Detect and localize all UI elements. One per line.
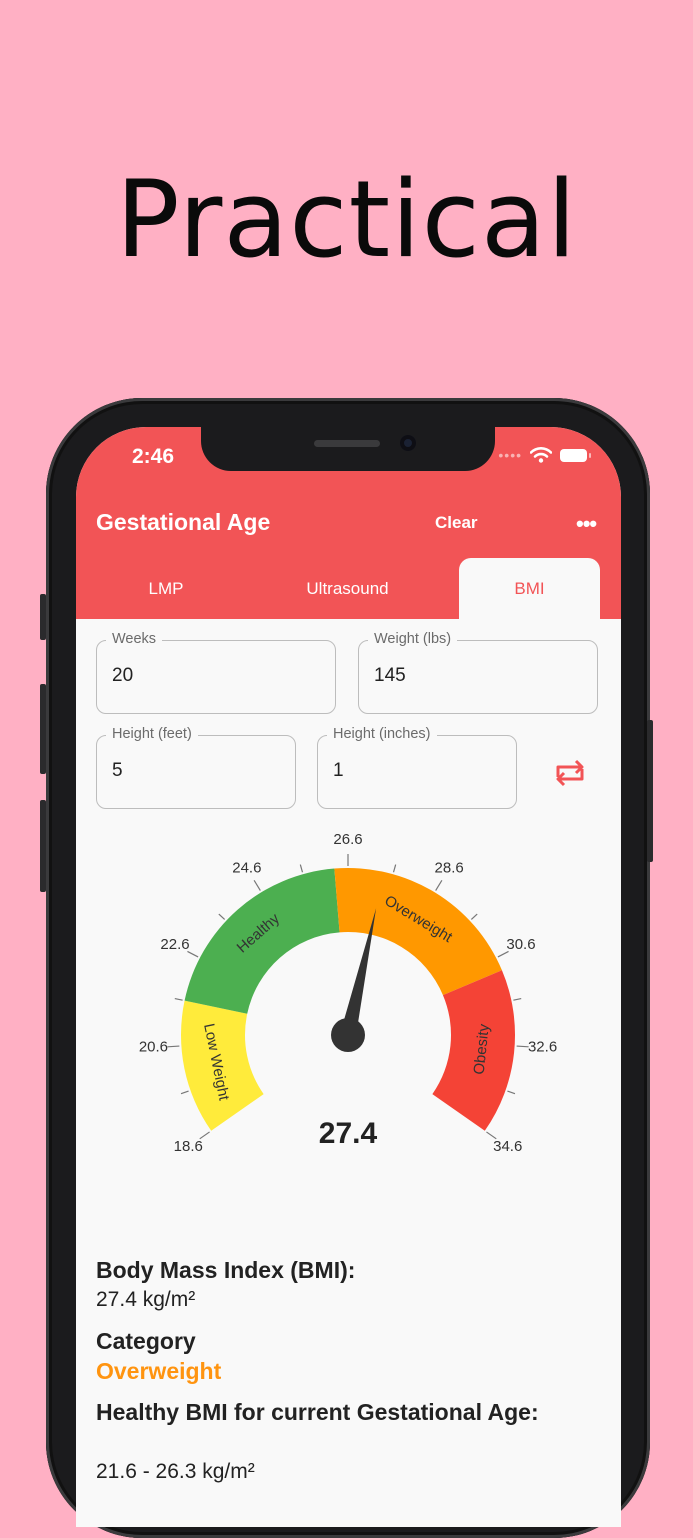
- gauge-minor-tick: [513, 997, 522, 1001]
- gauge-major-tick: [167, 1045, 180, 1048]
- gauge-tick-label: 28.6: [435, 859, 464, 876]
- healthy-bmi-value: 21.6 - 26.3 kg/m²: [96, 1460, 255, 1483]
- tab-label: Ultrasound: [306, 578, 389, 598]
- swap-units-icon[interactable]: [550, 758, 590, 788]
- weeks-value: 20: [112, 665, 134, 686]
- gauge-tick-label: 34.6: [493, 1138, 522, 1155]
- height-inches-field[interactable]: Height (inches) 1: [317, 726, 517, 809]
- app-screen: 2:46 •••• Gestational Age Clear ••• LMP …: [76, 427, 621, 1527]
- speaker-grille: [314, 440, 380, 447]
- bmi-value: 27.4 kg/m²: [96, 1288, 196, 1311]
- tab-ultrasound[interactable]: Ultrasound: [256, 558, 439, 619]
- gauge-minor-tick: [180, 1090, 189, 1095]
- gauge-minor-tick: [174, 997, 183, 1001]
- weight-field[interactable]: Weight (lbs) 145: [358, 631, 598, 714]
- gauge-major-tick: [435, 879, 443, 891]
- tab-bmi[interactable]: BMI: [459, 558, 600, 619]
- gauge-major-tick: [516, 1045, 529, 1048]
- gauge-tick-label: 30.6: [506, 936, 535, 953]
- gauge-needle-hub: [331, 1018, 365, 1052]
- front-camera: [400, 435, 416, 451]
- gauge-minor-tick: [470, 913, 478, 920]
- status-time: 2:46: [132, 445, 175, 468]
- gauge-minor-tick: [218, 913, 226, 920]
- gauge-value-label: 27.4: [319, 1117, 378, 1150]
- gauge-minor-tick: [392, 864, 397, 873]
- gauge-tick-label: 32.6: [528, 1039, 557, 1056]
- weight-value: 145: [374, 665, 406, 686]
- phone-volume-up: [40, 684, 46, 774]
- moon-icon[interactable]: [516, 507, 540, 535]
- gauge-tick-label: 26.6: [333, 831, 362, 848]
- bmi-gauge: Low WeightHealthy OverweightObesity18.620…: [139, 831, 557, 1155]
- phone-power-button: [647, 720, 653, 862]
- category-value: Overweight: [96, 1358, 222, 1384]
- category-heading: Category: [96, 1328, 196, 1354]
- tab-lmp[interactable]: LMP: [76, 558, 256, 619]
- battery-icon: [560, 448, 591, 462]
- gauge-tick-label: 22.6: [160, 936, 189, 953]
- gauge-tick-label: 20.6: [139, 1039, 168, 1056]
- height-inches-label: Height (inches): [327, 726, 437, 742]
- bmi-heading: Body Mass Index (BMI):: [96, 1257, 356, 1283]
- height-feet-field[interactable]: Height (feet) 5: [96, 726, 296, 809]
- tab-label: BMI: [514, 578, 545, 598]
- gauge-minor-tick: [299, 864, 304, 873]
- height-feet-label: Height (feet): [106, 726, 198, 742]
- height-feet-value: 5: [112, 760, 123, 781]
- headline: Practical: [115, 158, 578, 281]
- gauge-tick-label: 18.6: [174, 1138, 203, 1155]
- status-icons: ••••: [498, 447, 591, 463]
- more-icon[interactable]: •••: [576, 511, 597, 537]
- weeks-field[interactable]: Weeks 20: [96, 631, 336, 714]
- gauge-tick-label: 24.6: [232, 859, 261, 876]
- phone-notch: [201, 427, 495, 471]
- tab-label: LMP: [148, 578, 184, 598]
- phone-mute-switch: [40, 594, 46, 640]
- healthy-bmi-heading: Healthy BMI for current Gestational Age:: [96, 1399, 539, 1425]
- weeks-label: Weeks: [106, 631, 163, 647]
- signal-icon: ••••: [498, 447, 522, 463]
- weight-label: Weight (lbs): [368, 631, 458, 647]
- app-title: Gestational Age: [96, 509, 271, 535]
- gauge-minor-tick: [507, 1090, 516, 1095]
- wifi-icon: [530, 447, 552, 463]
- gauge-major-tick: [253, 879, 261, 891]
- clear-button[interactable]: Clear: [435, 513, 478, 533]
- app-bar: 2:46 •••• Gestational Age Clear ••• LMP …: [76, 427, 621, 619]
- height-inches-value: 1: [333, 760, 344, 781]
- phone-volume-down: [40, 800, 46, 892]
